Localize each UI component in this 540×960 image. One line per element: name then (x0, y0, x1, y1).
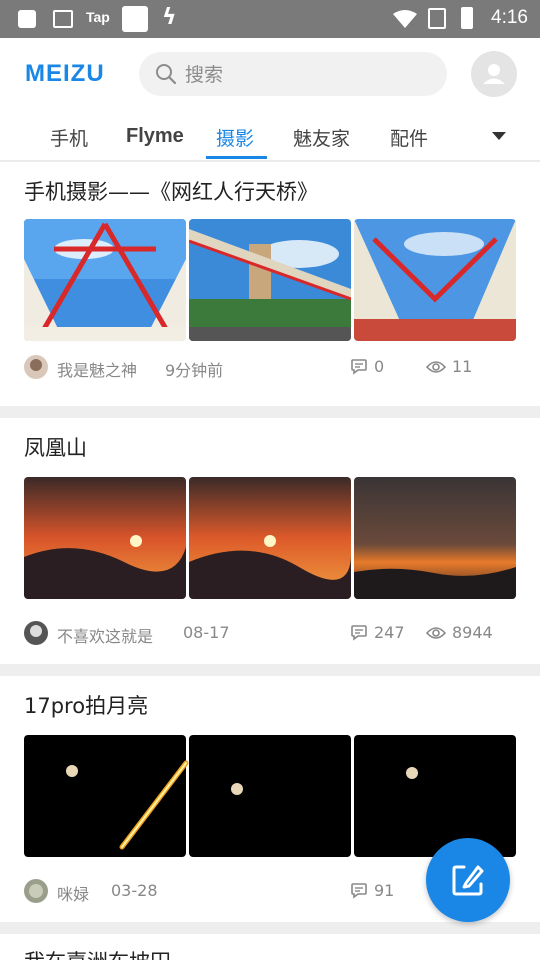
post-card[interactable]: 凤凰山 不喜欢这就是 08-17 247 8944 (0, 418, 540, 664)
post-image[interactable] (189, 735, 351, 857)
tab-photography[interactable]: 摄影 (216, 124, 254, 151)
post-card[interactable]: 手机摄影——《网红人行天桥》 我是魅之神 9分钟前 0 11 (0, 162, 540, 406)
wifi-icon (393, 10, 417, 28)
tab-accessories[interactable]: 配件 (390, 124, 428, 151)
divider (0, 406, 540, 418)
divider (0, 922, 540, 934)
eye-icon (426, 361, 446, 373)
post-time: 03-28 (111, 881, 158, 900)
post-image[interactable] (354, 477, 516, 599)
post-meta: 不喜欢这就是 08-17 247 8944 (24, 621, 516, 647)
app-notification-icon (122, 6, 148, 32)
edit-icon (452, 865, 484, 896)
author-name[interactable]: 不喜欢这就是 (57, 623, 153, 647)
post-image[interactable] (24, 219, 186, 341)
post-title[interactable]: 我在嘉洲布坡田 (24, 946, 171, 960)
comment-icon (351, 359, 367, 375)
tap-notification-label: Tap (86, 9, 110, 25)
notification-icon (18, 10, 36, 28)
search-icon (156, 64, 177, 85)
search-bar[interactable] (139, 52, 447, 96)
divider (0, 664, 540, 676)
tab-meiyoujia[interactable]: 魅友家 (293, 124, 350, 151)
post-image[interactable] (24, 477, 186, 599)
category-tabs: 手机 Flyme 摄影 魅友家 配件 (0, 110, 540, 162)
status-bar: Tap ϟ 4:16 (0, 0, 540, 38)
tab-flyme[interactable]: Flyme (126, 125, 184, 148)
post-time: 9分钟前 (165, 361, 224, 380)
user-avatar-button[interactable] (471, 51, 517, 97)
active-tab-indicator (206, 156, 267, 159)
image-notification-icon (53, 10, 73, 28)
comment-count: 91 (374, 881, 395, 900)
comment-icon (351, 883, 367, 899)
new-post-button[interactable] (426, 838, 510, 922)
post-title[interactable]: 17pro拍月亮 (24, 690, 148, 720)
no-sim-icon (428, 8, 446, 29)
post-card[interactable]: 我在嘉洲布坡田 (0, 934, 540, 960)
flash-notification-icon: ϟ (162, 5, 177, 30)
app-header: MEIZU (0, 38, 540, 110)
light-streak (119, 760, 189, 850)
post-image[interactable] (189, 219, 351, 341)
eye-icon (426, 627, 446, 639)
post-title[interactable]: 凤凰山 (24, 432, 87, 462)
post-images (24, 219, 516, 341)
view-count: 11 (452, 357, 473, 376)
post-images (24, 477, 516, 599)
avatar[interactable] (24, 621, 48, 645)
avatar[interactable] (24, 355, 48, 379)
battery-icon (461, 7, 473, 29)
meizu-logo[interactable]: MEIZU (25, 60, 105, 88)
post-image[interactable] (189, 477, 351, 599)
comment-count: 0 (374, 357, 385, 376)
user-icon (483, 64, 505, 84)
view-count: 8944 (452, 623, 493, 642)
avatar[interactable] (24, 879, 48, 903)
post-image[interactable] (354, 219, 516, 341)
dropdown-arrow-icon[interactable] (492, 132, 506, 140)
post-meta: 我是魅之神 9分钟前 0 11 (24, 355, 516, 381)
comment-icon (351, 625, 367, 641)
search-input[interactable] (183, 60, 437, 90)
author-name[interactable]: 我是魅之神 (57, 357, 137, 381)
tab-phone[interactable]: 手机 (50, 124, 88, 151)
status-time: 4:16 (491, 7, 528, 28)
post-time: 08-17 (183, 623, 230, 642)
post-title[interactable]: 手机摄影——《网红人行天桥》 (24, 176, 318, 206)
comment-count: 247 (374, 623, 405, 642)
author-name[interactable]: 咪娽 (57, 881, 89, 905)
